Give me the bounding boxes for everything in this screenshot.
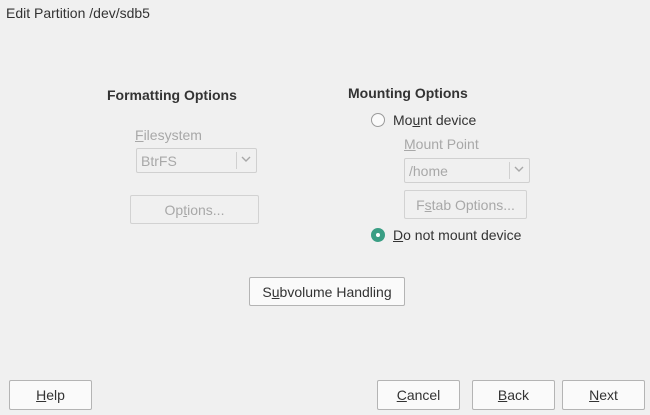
mounting-options-heading: Mounting Options bbox=[348, 85, 468, 101]
next-button[interactable]: Next bbox=[562, 380, 645, 410]
do-not-mount-radio[interactable] bbox=[371, 228, 385, 242]
filesystem-value: BtrFS bbox=[141, 153, 177, 169]
help-button[interactable]: Help bbox=[9, 380, 92, 410]
filesystem-combo[interactable]: BtrFS bbox=[136, 148, 257, 173]
chevron-down-icon bbox=[241, 156, 251, 162]
window-title: Edit Partition /dev/sdb5 bbox=[6, 5, 150, 21]
mount-point-label: Mount Point bbox=[404, 136, 479, 152]
filesystem-label: Filesystem bbox=[135, 127, 202, 143]
mount-device-label[interactable]: Mount device bbox=[393, 112, 476, 128]
mount-point-combo[interactable]: /home bbox=[404, 158, 530, 183]
combo-separator bbox=[509, 162, 510, 179]
options-button[interactable]: Op t ions... bbox=[130, 195, 259, 224]
back-button[interactable]: Back bbox=[472, 380, 555, 410]
cancel-button[interactable]: Cancel bbox=[377, 380, 460, 410]
fstab-options-button[interactable]: Fs tab Options... bbox=[404, 190, 527, 219]
chevron-down-icon bbox=[514, 166, 524, 172]
mount-point-value: /home bbox=[409, 163, 448, 179]
mount-device-radio[interactable] bbox=[371, 113, 385, 127]
combo-separator bbox=[236, 152, 237, 169]
do-not-mount-label[interactable]: Do not mount device bbox=[393, 227, 521, 243]
formatting-options-heading: Formatting Options bbox=[107, 87, 237, 103]
subvolume-handling-button[interactable]: Su bvolume Handling bbox=[249, 277, 405, 306]
